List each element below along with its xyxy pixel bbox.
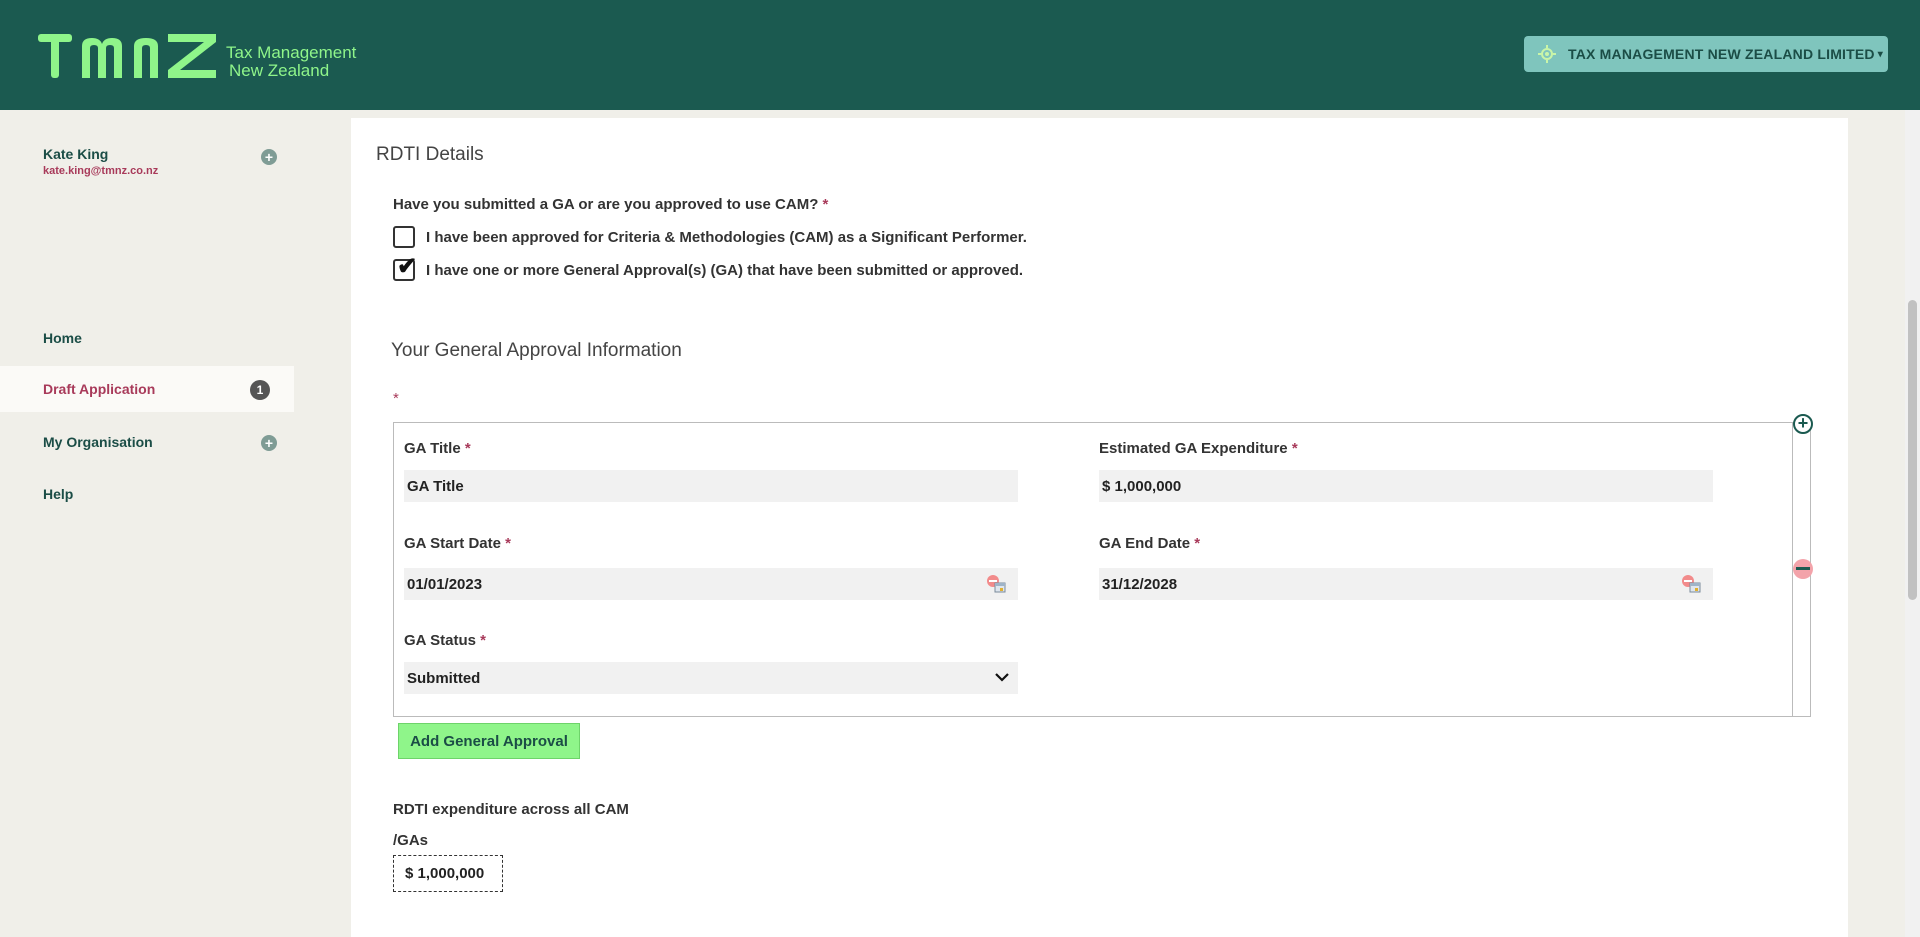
- caret-down-icon: ▾: [1877, 48, 1883, 60]
- add-row-icon[interactable]: +: [1793, 414, 1813, 434]
- rdti-expenditure-label: RDTI expenditure across all CAM /GAs: [393, 794, 653, 856]
- user-email: kate.king@tmnz.co.nz: [43, 165, 159, 177]
- expand-organisation-icon[interactable]: +: [261, 435, 277, 451]
- sidebar-item-help[interactable]: Help: [0, 471, 294, 517]
- organisation-selector[interactable]: TAX MANAGEMENT NEW ZEALAND LIMITED ▾: [1524, 36, 1888, 72]
- label-text: Estimated GA Expenditure: [1099, 440, 1288, 457]
- calendar-icon[interactable]: [1681, 574, 1701, 594]
- logo-line-1: Tax Management: [226, 43, 357, 62]
- ga-start-date-label: GA Start Date *: [404, 535, 511, 552]
- required-marker: *: [822, 196, 829, 213]
- sidebar-item-label: Home: [43, 330, 82, 346]
- user-name: Kate King: [43, 146, 109, 162]
- ga-end-date-input[interactable]: 31/12/2028: [1099, 568, 1713, 600]
- app-header: Tax Management New Zealand TAX MANAGEMEN…: [0, 0, 1920, 110]
- required-marker: *: [393, 390, 399, 407]
- page-scrollbar[interactable]: [1905, 110, 1920, 937]
- tmnz-logo-mark: [38, 34, 216, 78]
- sidebar-item-label: My Organisation: [43, 434, 153, 450]
- field-value: 31/12/2028: [1102, 575, 1178, 593]
- checkmark-icon: ✔: [397, 253, 418, 280]
- required-marker: *: [480, 632, 486, 649]
- label-text: GA Title: [404, 440, 461, 457]
- question-text: Have you submitted a GA or are you appro…: [393, 196, 819, 213]
- field-value: GA Title: [407, 477, 464, 495]
- ga-start-date-input[interactable]: 01/01/2023: [404, 568, 1018, 600]
- field-value: $ 1,000,000: [1102, 477, 1182, 495]
- label-text: GA Status: [404, 632, 476, 649]
- option-label: I have one or more General Approval(s) (…: [426, 261, 1024, 279]
- label-line-1: RDTI expenditure across all CAM: [393, 801, 629, 818]
- sidebar-item-home[interactable]: Home: [0, 315, 294, 361]
- main-panel: RDTI Details Have you submitted a GA or …: [351, 118, 1848, 937]
- ga-cam-question: Have you submitted a GA or are you appro…: [393, 196, 828, 213]
- scrollbar-thumb[interactable]: [1908, 300, 1917, 600]
- logo-wordmark: Tax Management New Zealand: [226, 44, 356, 80]
- ga-section-title: Your General Approval Information: [391, 340, 682, 361]
- field-value: Submitted: [407, 669, 481, 687]
- ga-end-date-label: GA End Date *: [1099, 535, 1200, 552]
- section-title: RDTI Details: [376, 144, 484, 165]
- cam-checkbox[interactable]: [393, 226, 415, 248]
- required-marker: *: [1194, 535, 1201, 552]
- option-ga[interactable]: ✔ I have one or more General Approval(s)…: [393, 255, 1024, 281]
- option-label: I have been approved for Criteria & Meth…: [426, 228, 1027, 246]
- label-text: GA End Date: [1099, 535, 1191, 552]
- sidebar-item-label: Help: [43, 486, 74, 502]
- rdti-expenditure-value: $ 1,000,000: [393, 855, 503, 892]
- label-text: GA Start Date: [404, 535, 501, 552]
- draft-count-badge: 1: [250, 380, 270, 400]
- ga-title-input[interactable]: GA Title: [404, 470, 1018, 502]
- required-marker: *: [1291, 440, 1298, 457]
- ga-checkbox[interactable]: ✔: [393, 255, 417, 281]
- organisation-icon: [1538, 45, 1556, 63]
- expand-user-icon[interactable]: +: [261, 149, 277, 165]
- organisation-name: TAX MANAGEMENT NEW ZEALAND LIMITED: [1568, 46, 1875, 62]
- ga-status-select[interactable]: Submitted: [404, 662, 1018, 694]
- sidebar-item-label: Draft Application: [43, 381, 156, 397]
- add-general-approval-button[interactable]: Add General Approval: [398, 723, 580, 759]
- chevron-down-icon: [995, 673, 1009, 682]
- sidebar: Kate King kate.king@tmnz.co.nz + Home Dr…: [0, 110, 294, 937]
- option-cam[interactable]: I have been approved for Criteria & Meth…: [393, 226, 1027, 248]
- ga-expenditure-label: Estimated GA Expenditure *: [1099, 440, 1298, 457]
- field-value: 01/01/2023: [407, 575, 483, 593]
- ga-title-label: GA Title *: [404, 440, 471, 457]
- sidebar-item-my-organisation[interactable]: My Organisation: [0, 419, 294, 465]
- ga-expenditure-input[interactable]: $ 1,000,000: [1099, 470, 1713, 502]
- logo-line-2: New Zealand: [229, 61, 330, 80]
- remove-row-icon[interactable]: [1793, 559, 1813, 579]
- ga-status-label: GA Status *: [404, 632, 486, 649]
- sidebar-item-draft-application[interactable]: Draft Application 1: [0, 366, 294, 412]
- required-marker: *: [505, 535, 511, 552]
- required-marker: *: [464, 440, 471, 457]
- calendar-icon[interactable]: [986, 574, 1006, 594]
- label-line-2: /GAs: [393, 832, 429, 849]
- tmnz-logo[interactable]: Tax Management New Zealand: [38, 34, 356, 80]
